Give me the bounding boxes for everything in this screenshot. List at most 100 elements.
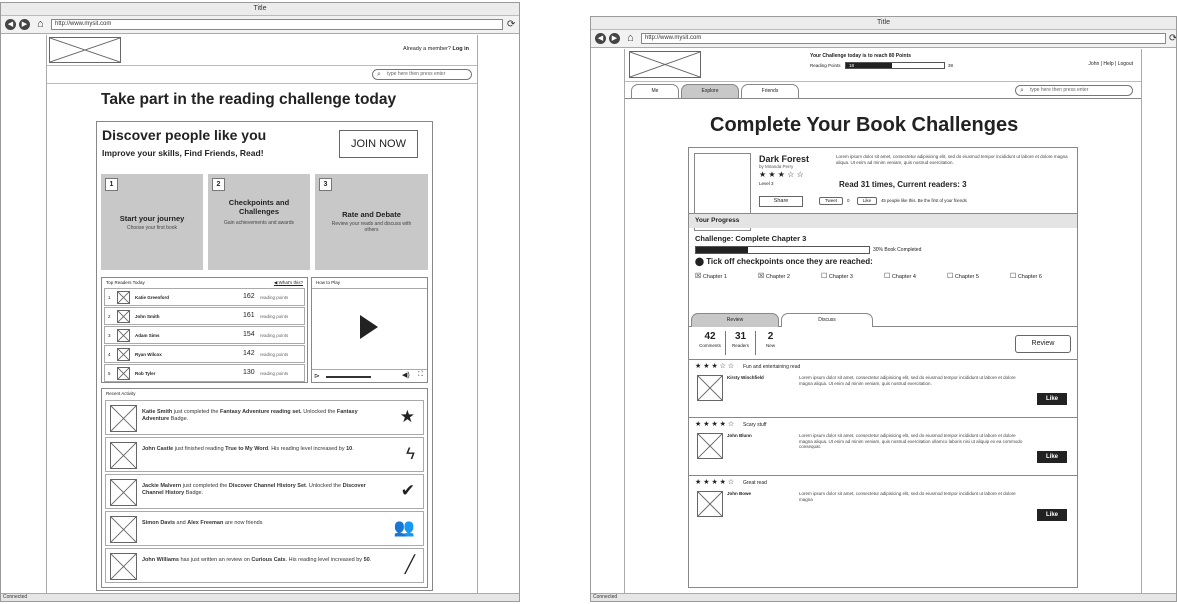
list-item: Jackie Malvern just completed the Discov… bbox=[105, 474, 424, 509]
book-description: Lorem ipsum dolor sit amet, consectetur … bbox=[836, 154, 1068, 165]
progress-header: Your Progress bbox=[689, 214, 1077, 228]
reader-points: 130 bbox=[243, 369, 255, 376]
chapter-checkbox[interactable]: ☐ Chapter 5 bbox=[947, 273, 979, 281]
like-button[interactable]: Like bbox=[857, 197, 877, 205]
video-area[interactable] bbox=[312, 288, 427, 370]
map-pin-icon: ⬤ bbox=[695, 257, 707, 266]
stat-block: 31 Readers bbox=[725, 331, 755, 355]
tab-review[interactable]: Review bbox=[691, 313, 779, 327]
video-progress-bar[interactable] bbox=[326, 376, 371, 378]
reader-points: 142 bbox=[243, 350, 255, 357]
reading-points-target: 38 bbox=[948, 63, 954, 68]
checkbox-icon[interactable]: ☐ bbox=[947, 273, 953, 280]
stat-number: 31 bbox=[734, 331, 747, 342]
tab-discuss[interactable]: Discuss bbox=[781, 313, 873, 327]
checkbox-icon[interactable]: ☒ bbox=[695, 273, 701, 280]
step-1: 1 Start your journey Choose your first b… bbox=[101, 174, 203, 270]
login-link[interactable]: Log in bbox=[453, 46, 470, 52]
activity-text-part: . bbox=[352, 446, 354, 452]
activity-avatar bbox=[110, 553, 137, 580]
reading-points-bar: 18 bbox=[845, 62, 945, 69]
stat-label: New bbox=[765, 343, 775, 348]
discuss-section: Review Discuss 42 Comments 31 Readers 2 New R… bbox=[689, 313, 1077, 587]
reader-rank: 4 bbox=[108, 352, 111, 357]
book-level: Level 3 bbox=[759, 181, 774, 186]
activity-text-part: and bbox=[175, 520, 188, 526]
chapter-checkbox[interactable]: ☒ Chapter 2 bbox=[758, 273, 790, 281]
activity-text-part: just completed the bbox=[181, 483, 229, 489]
share-button[interactable]: Share bbox=[759, 196, 803, 207]
book-rating: ★ ★ ★ ☆ ☆ bbox=[759, 170, 804, 179]
back-icon[interactable]: ◀ bbox=[595, 33, 606, 44]
chapter-checkbox[interactable]: ☐ Chapter 4 bbox=[884, 273, 916, 281]
back-icon[interactable]: ◀ bbox=[5, 19, 16, 30]
tweet-button[interactable]: Tweet bbox=[819, 197, 843, 205]
step-number: 1 bbox=[105, 178, 118, 191]
reader-rank: 3 bbox=[108, 333, 111, 338]
book-card: Dark Forest by Miranda Perry ★ ★ ★ ☆ ☆ L… bbox=[688, 147, 1078, 588]
search-input[interactable]: ⌕ type here then press enter bbox=[1015, 85, 1133, 96]
table-row: 1 Katie Greenford 162 reading points bbox=[104, 288, 305, 306]
reader-name[interactable]: Adam Sims bbox=[135, 333, 160, 339]
chapter-checkbox[interactable]: ☐ Chapter 6 bbox=[1010, 273, 1042, 281]
like-button[interactable]: Like bbox=[1037, 393, 1067, 405]
status-bar: Connected bbox=[591, 593, 1176, 601]
forward-icon[interactable]: ▶ bbox=[19, 19, 30, 30]
checkbox-icon[interactable]: ☐ bbox=[821, 273, 827, 280]
like-button[interactable]: Like bbox=[1037, 509, 1067, 521]
forward-icon[interactable]: ▶ bbox=[609, 33, 620, 44]
activity-avatar bbox=[110, 479, 137, 506]
top-readers-panel: Top Readers Today ◀ What's this? 1 Katie … bbox=[101, 277, 308, 383]
reader-name[interactable]: Katie Greenford bbox=[135, 295, 169, 301]
search-input[interactable]: ⌕ type here then press enter bbox=[372, 69, 472, 80]
chapter-label: Chapter 5 bbox=[954, 274, 979, 280]
play-icon[interactable] bbox=[360, 315, 378, 339]
home-icon[interactable]: ⌂ bbox=[627, 32, 634, 45]
tab-me[interactable]: Me bbox=[631, 84, 679, 98]
checkbox-icon[interactable]: ☐ bbox=[1010, 273, 1016, 280]
play-button-icon[interactable]: ⊳ bbox=[314, 372, 320, 380]
tab-friends[interactable]: Friends bbox=[741, 84, 799, 98]
user-links[interactable]: John | Help | Logout bbox=[1088, 61, 1133, 67]
logo-placeholder bbox=[629, 51, 701, 78]
reader-name[interactable]: Rob Tyler bbox=[135, 371, 155, 377]
like-button[interactable]: Like bbox=[1037, 451, 1067, 463]
chapter-label: Chapter 3 bbox=[828, 274, 853, 280]
chapter-checkbox[interactable]: ☒ Chapter 1 bbox=[695, 273, 727, 281]
chapter-checkbox[interactable]: ☐ Chapter 3 bbox=[821, 273, 853, 281]
reviewer-name[interactable]: John Bowe bbox=[727, 491, 751, 497]
address-bar[interactable]: http://www.mysit.com bbox=[641, 33, 1166, 44]
checkbox-icon[interactable]: ☐ bbox=[884, 273, 890, 280]
fullscreen-icon[interactable]: ⛶ bbox=[418, 371, 423, 379]
activity-text: John Williams has just written an review… bbox=[142, 557, 382, 564]
review-title: Fun and entertaining read bbox=[743, 364, 801, 370]
address-bar[interactable]: http://www.mysit.com bbox=[51, 19, 503, 30]
logo-placeholder bbox=[49, 37, 121, 63]
page-content: Your Challenge today is to reach 80 Poin… bbox=[624, 49, 1142, 593]
progress-label: 30% Book Completed bbox=[873, 247, 922, 253]
reviewer-name[interactable]: Kirsty Winchfield bbox=[727, 375, 764, 381]
home-icon[interactable]: ⌂ bbox=[37, 18, 44, 31]
book-reads: Read 31 times, Current readers: 3 bbox=[839, 180, 967, 189]
reader-name[interactable]: Ryan Wilcox bbox=[135, 352, 162, 358]
stat-number: 42 bbox=[704, 331, 716, 342]
reading-points-label: Reading Points bbox=[810, 63, 841, 68]
tab-explore[interactable]: Explore bbox=[681, 84, 739, 98]
like-text: 45 people like this. Be the first of you… bbox=[881, 198, 967, 203]
recent-activity-title: Recent Activity bbox=[106, 391, 136, 396]
review-button[interactable]: Review bbox=[1015, 335, 1071, 353]
reload-icon[interactable]: ⟳ bbox=[1169, 32, 1176, 45]
page-content: Already a member? Log in ⌕ type here then… bbox=[46, 35, 478, 595]
checkbox-icon[interactable]: ☒ bbox=[758, 273, 764, 280]
join-now-button[interactable]: JOIN NOW bbox=[339, 130, 418, 158]
volume-icon[interactable]: ◀) bbox=[402, 371, 410, 379]
reader-name[interactable]: John Smith bbox=[135, 314, 160, 320]
whats-this-link[interactable]: ◀ What's this? bbox=[274, 280, 303, 286]
search-placeholder: type here then press enter bbox=[1030, 87, 1089, 93]
reader-rank: 1 bbox=[108, 295, 111, 300]
reader-points-unit: reading points bbox=[260, 352, 289, 357]
activity-avatar bbox=[110, 516, 137, 543]
reload-icon[interactable]: ⟳ bbox=[507, 18, 515, 31]
chapter-label: Chapter 6 bbox=[1017, 274, 1042, 280]
reviewer-name[interactable]: John Blunn bbox=[727, 433, 752, 439]
